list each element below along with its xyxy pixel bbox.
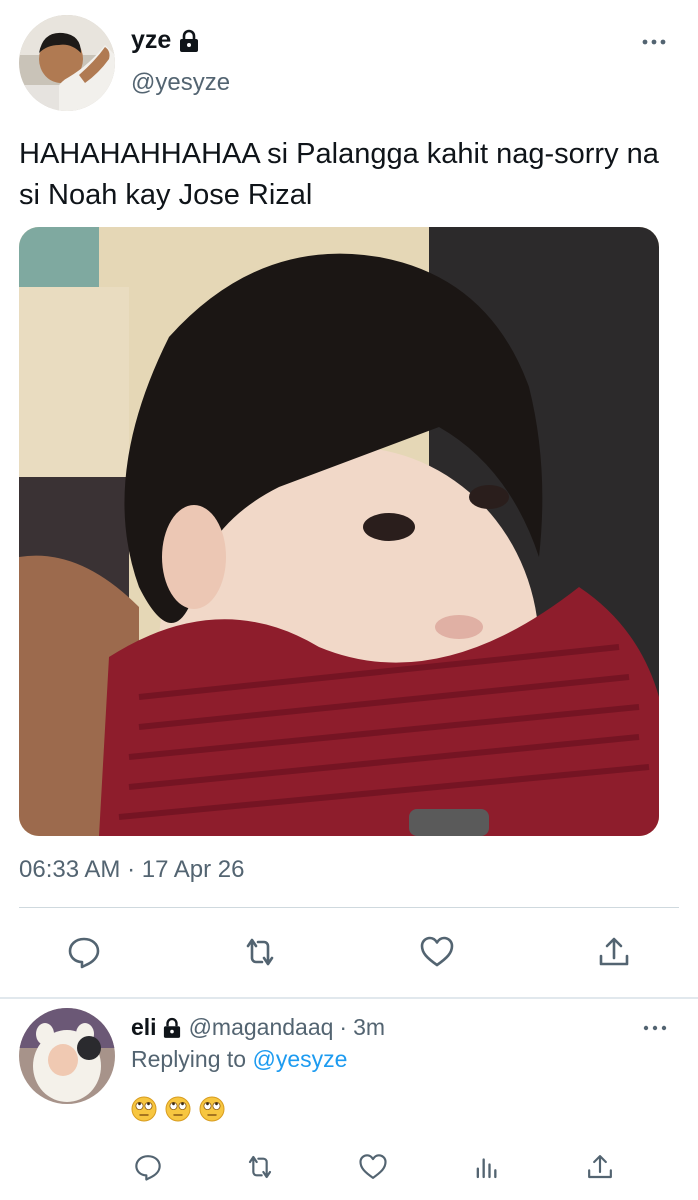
- reply-share-button[interactable]: [583, 1150, 617, 1184]
- reply-handle[interactable]: @magandaaq: [189, 1014, 334, 1041]
- tweet-text: HAHAHAHHAHAA si Palangga kahit nag-sorry…: [19, 138, 659, 211]
- tweet-timestamp[interactable]: 06:33 AM · 17 Apr 26: [19, 856, 244, 884]
- share-icon: [588, 1155, 612, 1179]
- share-icon: [599, 937, 629, 966]
- author-avatar[interactable]: [19, 15, 115, 111]
- reply-icon: [135, 1155, 161, 1181]
- retweet-button[interactable]: [238, 930, 282, 974]
- replying-to-link[interactable]: @yesyze: [252, 1046, 347, 1072]
- reply-reply-button[interactable]: [131, 1150, 165, 1184]
- share-button[interactable]: [592, 930, 636, 974]
- more-icon[interactable]: [642, 1018, 668, 1038]
- analytics-icon: [476, 1158, 497, 1179]
- replying-to-prefix: Replying to: [131, 1046, 247, 1072]
- heart-icon: [359, 1154, 387, 1179]
- more-icon[interactable]: [640, 32, 668, 52]
- author-name-row: yze: [131, 26, 199, 55]
- author-handle[interactable]: @yesyze: [131, 69, 230, 97]
- lock-icon: [163, 1017, 181, 1039]
- retweet-icon: [246, 938, 274, 966]
- reply-name-row: eli @magandaaq · 3m: [131, 1014, 385, 1041]
- rolling-eyes-emoji: [131, 1096, 157, 1122]
- reply-text: [131, 1096, 225, 1122]
- reply-retweet-button[interactable]: [243, 1150, 277, 1184]
- reply-analytics-button[interactable]: [470, 1150, 504, 1184]
- reply-separator: ·: [339, 1014, 348, 1040]
- replying-to: Replying to @yesyze: [131, 1046, 347, 1073]
- lock-icon: [179, 29, 199, 53]
- reply-button[interactable]: [62, 930, 106, 974]
- rolling-eyes-emoji: [199, 1096, 225, 1122]
- reply-display-name[interactable]: eli: [131, 1014, 157, 1041]
- reply-icon: [68, 937, 100, 969]
- heart-icon: [420, 936, 454, 967]
- author-display-name[interactable]: yze: [131, 26, 171, 55]
- rolling-eyes-emoji: [165, 1096, 191, 1122]
- reply-author-avatar[interactable]: [19, 1008, 115, 1104]
- reply-time[interactable]: 3m: [353, 1014, 385, 1041]
- like-button[interactable]: [415, 930, 459, 974]
- divider: [19, 907, 679, 908]
- retweet-icon: [248, 1155, 272, 1179]
- section-divider: [0, 997, 698, 999]
- reply-like-button[interactable]: [356, 1150, 390, 1184]
- tweet-photo[interactable]: [19, 227, 659, 836]
